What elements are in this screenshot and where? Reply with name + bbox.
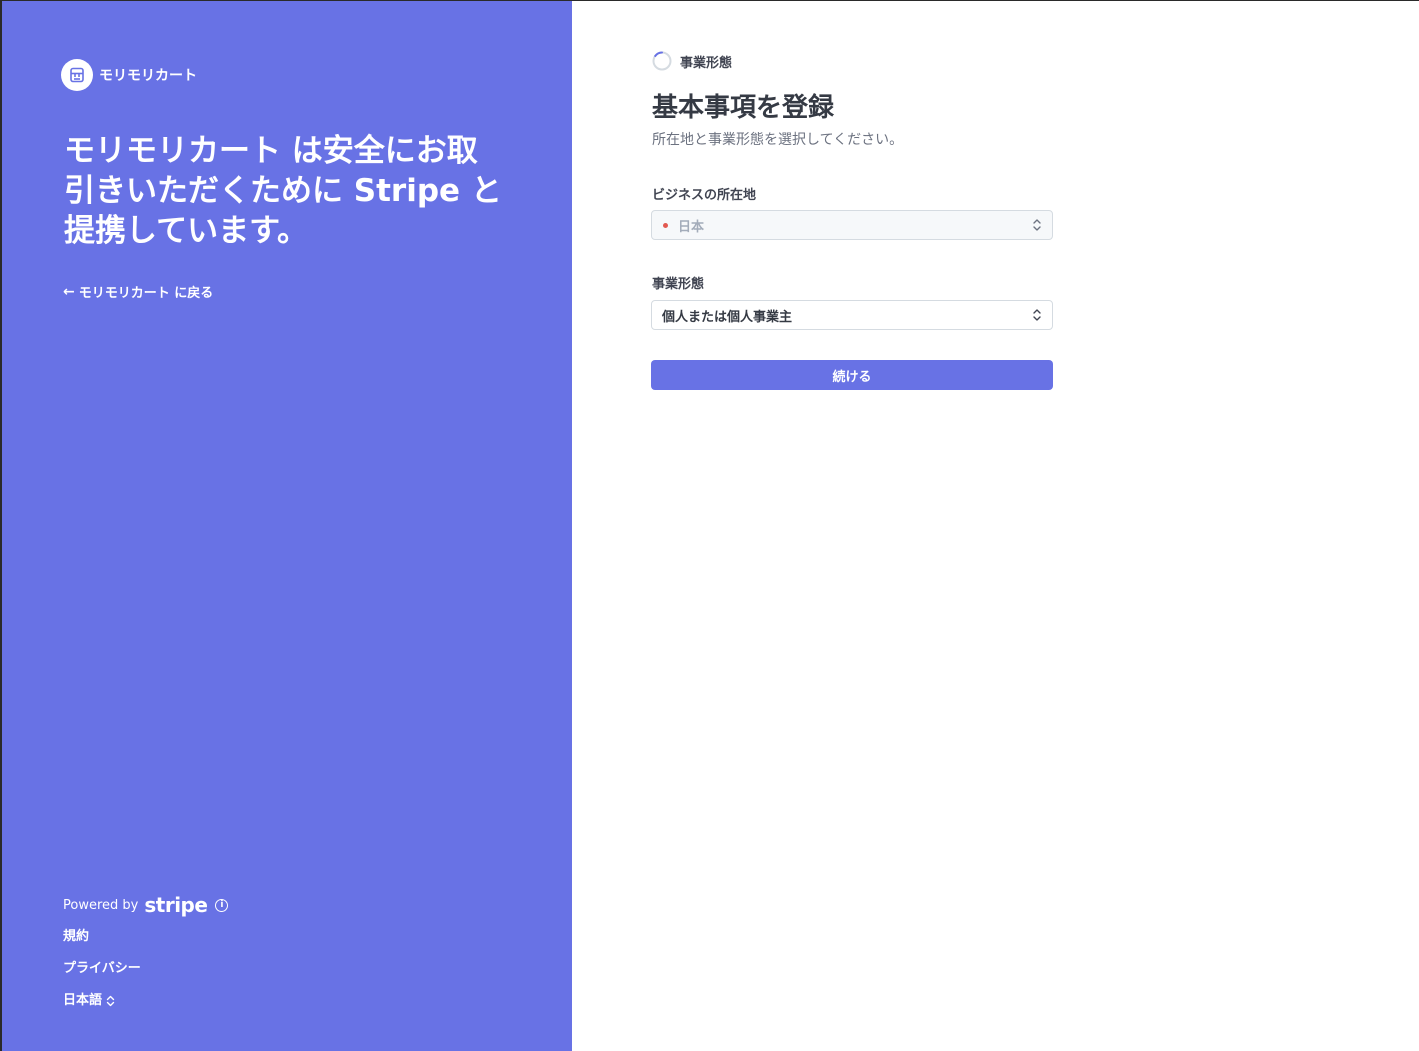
continue-button[interactable]: 続ける xyxy=(651,360,1053,390)
brand-panel: モリモリカート モリモリカート は安全にお取引きいただくために Stripe と… xyxy=(2,1,572,1051)
store-icon xyxy=(61,59,93,91)
page: モリモリカート モリモリカート は安全にお取引きいただくために Stripe と… xyxy=(0,0,1419,1051)
language-label: 日本語 xyxy=(63,993,103,1008)
japan-flag-icon xyxy=(663,222,668,228)
headline: モリモリカート は安全にお取引きいただくために Stripe と提携しています。 xyxy=(64,133,502,249)
stripe-logo[interactable]: stripe xyxy=(144,894,208,916)
step-label: 事業形態 xyxy=(680,55,733,71)
powered-by: Powered by stripe i xyxy=(63,894,229,916)
step-indicator: 事業形態 xyxy=(652,51,732,71)
brand: モリモリカート xyxy=(61,59,197,91)
back-link-label: モリモリカート に戻る xyxy=(78,286,214,301)
progress-spinner-icon xyxy=(652,51,672,71)
arrow-left-icon: ← xyxy=(63,283,75,300)
business-type-label: 事業形態 xyxy=(652,277,705,292)
form-panel: 事業形態 基本事項を登録 所在地と事業形態を選択してください。 ビジネスの所在地… xyxy=(572,1,1419,1051)
location-select[interactable]: 日本 xyxy=(651,210,1053,240)
chevron-up-down-icon xyxy=(1033,219,1041,231)
language-selector[interactable]: 日本語 xyxy=(63,990,228,1012)
chevron-up-down-icon xyxy=(1033,309,1041,321)
location-label: ビジネスの所在地 xyxy=(652,188,757,203)
privacy-link[interactable]: プライバシー xyxy=(63,958,228,980)
back-link[interactable]: ← モリモリカート に戻る xyxy=(63,282,214,302)
powered-by-text: Powered by xyxy=(63,897,139,913)
form-subtitle: 所在地と事業形態を選択してください。 xyxy=(652,132,904,148)
location-value: 日本 xyxy=(678,219,705,235)
footer: Powered by stripe i 規約 プライバシー 日本語 xyxy=(63,894,229,1012)
brand-name: モリモリカート xyxy=(99,68,197,84)
business-type-select[interactable]: 個人または個人事業主 xyxy=(651,300,1053,330)
form-title: 基本事項を登録 xyxy=(652,93,835,123)
business-type-value: 個人または個人事業主 xyxy=(662,309,793,325)
chevron-up-down-icon xyxy=(106,995,115,1007)
info-icon[interactable]: i xyxy=(215,898,229,912)
terms-link[interactable]: 規約 xyxy=(63,926,228,948)
